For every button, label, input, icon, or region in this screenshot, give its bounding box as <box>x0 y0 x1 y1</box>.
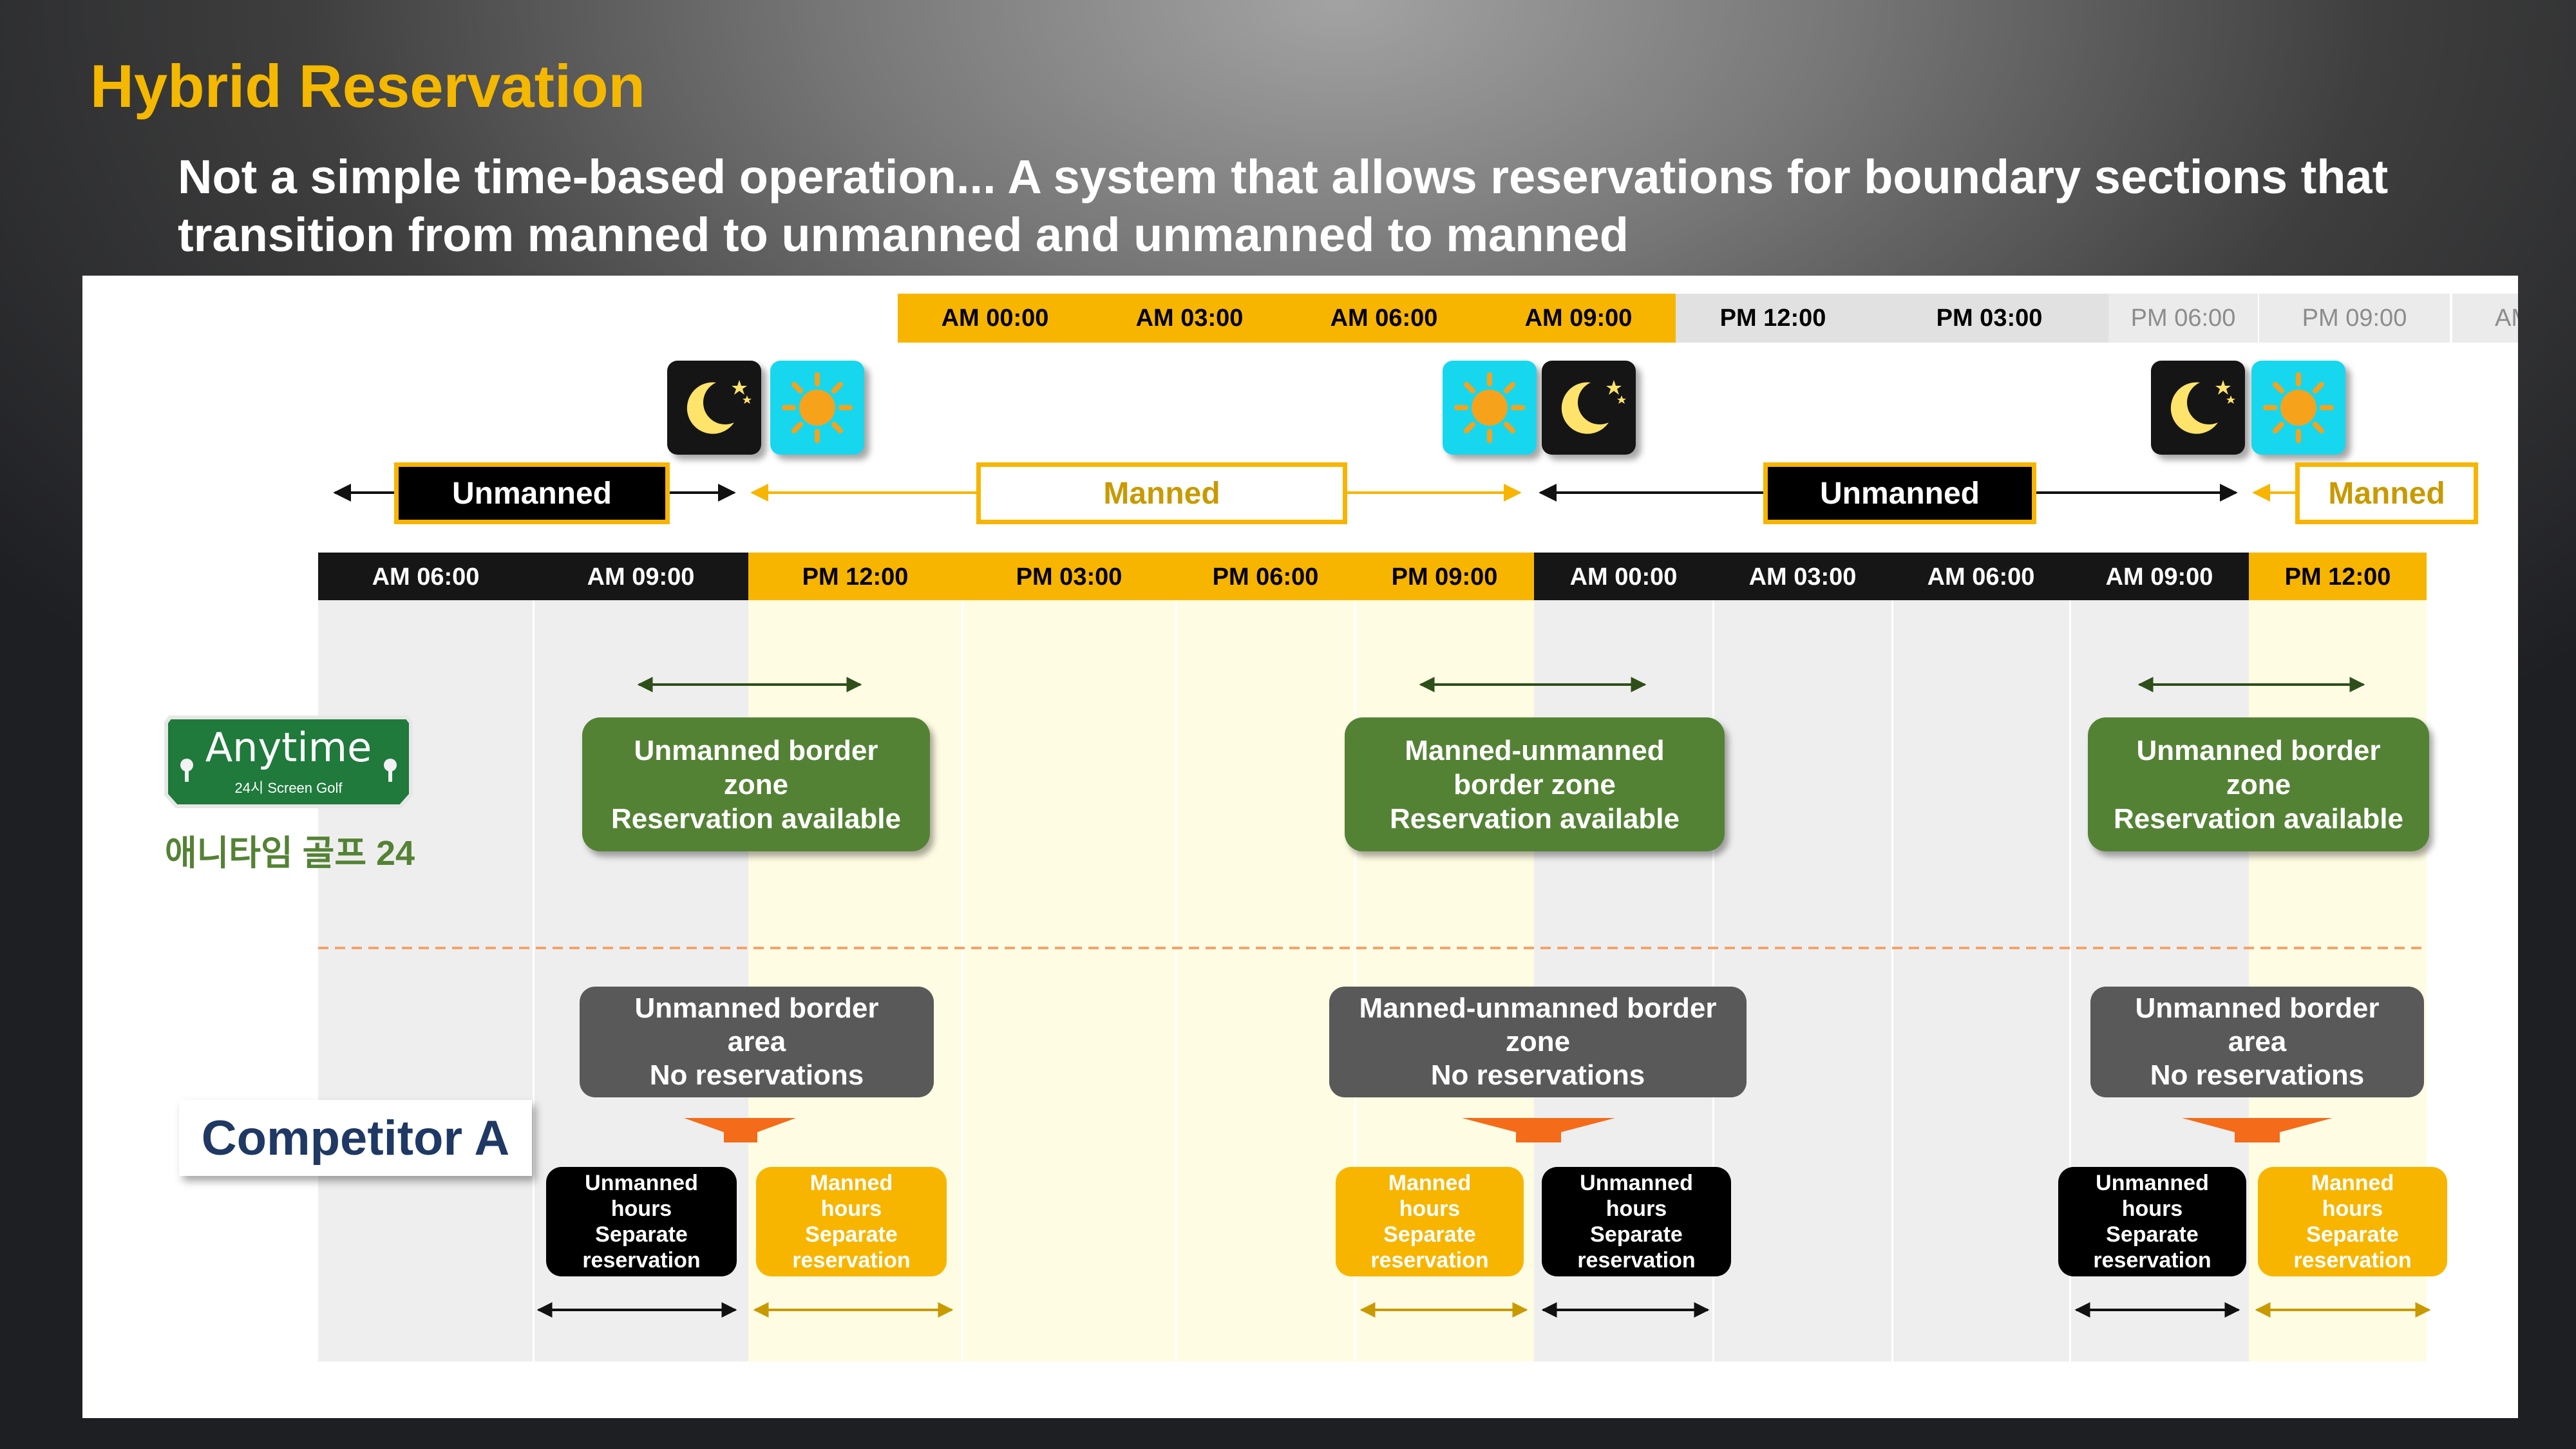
separate-reservation-box: Manned hours Separate reservation <box>1336 1167 1524 1276</box>
box-line: No reservations <box>649 1059 864 1091</box>
separate-reservation-box: Unmanned hours Separate reservation <box>546 1167 737 1276</box>
box-line: Separate <box>2106 1222 2199 1247</box>
box-line: Manned <box>1388 1171 1472 1195</box>
anytime-zone-box: Unmanned border zone Reservation availab… <box>582 717 930 851</box>
competitor-zone-box: Unmanned border area No reservations <box>580 987 934 1097</box>
competitor-zone-box: Unmanned border area No reservations <box>2090 987 2424 1097</box>
anytime-logo: Anytime 24시 Screen Golf <box>164 715 413 815</box>
box-line: area <box>727 1026 786 1057</box>
box-line: zone <box>2226 768 2291 800</box>
box-line: Manned-unmanned border <box>1359 992 1717 1024</box>
separate-reservation-box: Manned hours Separate reservation <box>756 1167 947 1276</box>
box-line: hours <box>2121 1197 2183 1221</box>
separate-reservation-box: Unmanned hours Separate reservation <box>2058 1167 2246 1276</box>
box-line: Manned <box>2311 1171 2394 1195</box>
box-line: area <box>2228 1026 2287 1057</box>
box-line: reservation <box>2093 1248 2211 1273</box>
separate-reservation-box: Manned hours Separate reservation <box>2258 1167 2447 1276</box>
box-line: Separate <box>1383 1222 1476 1247</box>
box-line: No reservations <box>2150 1059 2365 1091</box>
box-line: Unmanned border <box>2135 992 2380 1024</box>
box-line: Separate <box>1590 1222 1683 1247</box>
box-line: reservation <box>582 1248 701 1273</box>
box-line: reservation <box>1370 1248 1489 1273</box>
box-line: Unmanned <box>585 1171 698 1195</box>
box-line: hours <box>2322 1197 2383 1221</box>
competitor-zone-box: Manned-unmanned border zone No reservati… <box>1329 987 1747 1097</box>
box-line: reservation <box>1577 1248 1696 1273</box>
box-line: Separate <box>805 1222 898 1247</box>
box-line: reservation <box>2293 1248 2412 1273</box>
box-line: hours <box>820 1197 882 1221</box>
box-line: zone <box>723 768 789 800</box>
box-line: Separate <box>2306 1222 2399 1247</box>
box-line: Manned <box>810 1171 893 1195</box>
box-line: Unmanned border <box>2136 734 2381 766</box>
box-line: No reservations <box>1430 1059 1645 1091</box>
box-line: Unmanned border <box>634 734 878 766</box>
box-line: hours <box>611 1197 672 1221</box>
separate-reservation-box: Unmanned hours Separate reservation <box>1542 1167 1731 1276</box>
anytime-korean-name: 애니타임 골프 24 <box>164 834 415 873</box>
anytime-logo-subtext: 24시 Screen Golf <box>234 780 343 796</box>
box-line: Separate <box>595 1222 688 1247</box>
box-line: Unmanned <box>2096 1171 2209 1195</box>
competitor-label: Competitor A <box>179 1100 532 1176</box>
box-line: hours <box>1399 1197 1461 1221</box>
box-line: Reservation available <box>2113 802 2403 835</box>
box-line: Reservation available <box>611 802 901 835</box>
box-line: zone <box>1505 1026 1571 1057</box>
box-line: hours <box>1605 1197 1667 1221</box>
anytime-zone-box: Manned-unmanned border zone Reservation … <box>1345 717 1725 851</box>
box-line: border zone <box>1454 768 1616 800</box>
box-line: Manned-unmanned <box>1405 734 1665 766</box>
box-line: Reservation available <box>1389 802 1680 835</box>
box-line: Unmanned border <box>634 992 879 1024</box>
anytime-zone-box: Unmanned border zone Reservation availab… <box>2088 717 2429 851</box>
box-line: Unmanned <box>1580 1171 1693 1195</box>
box-line: reservation <box>792 1248 911 1273</box>
anytime-logo-text: Anytime <box>205 724 372 771</box>
